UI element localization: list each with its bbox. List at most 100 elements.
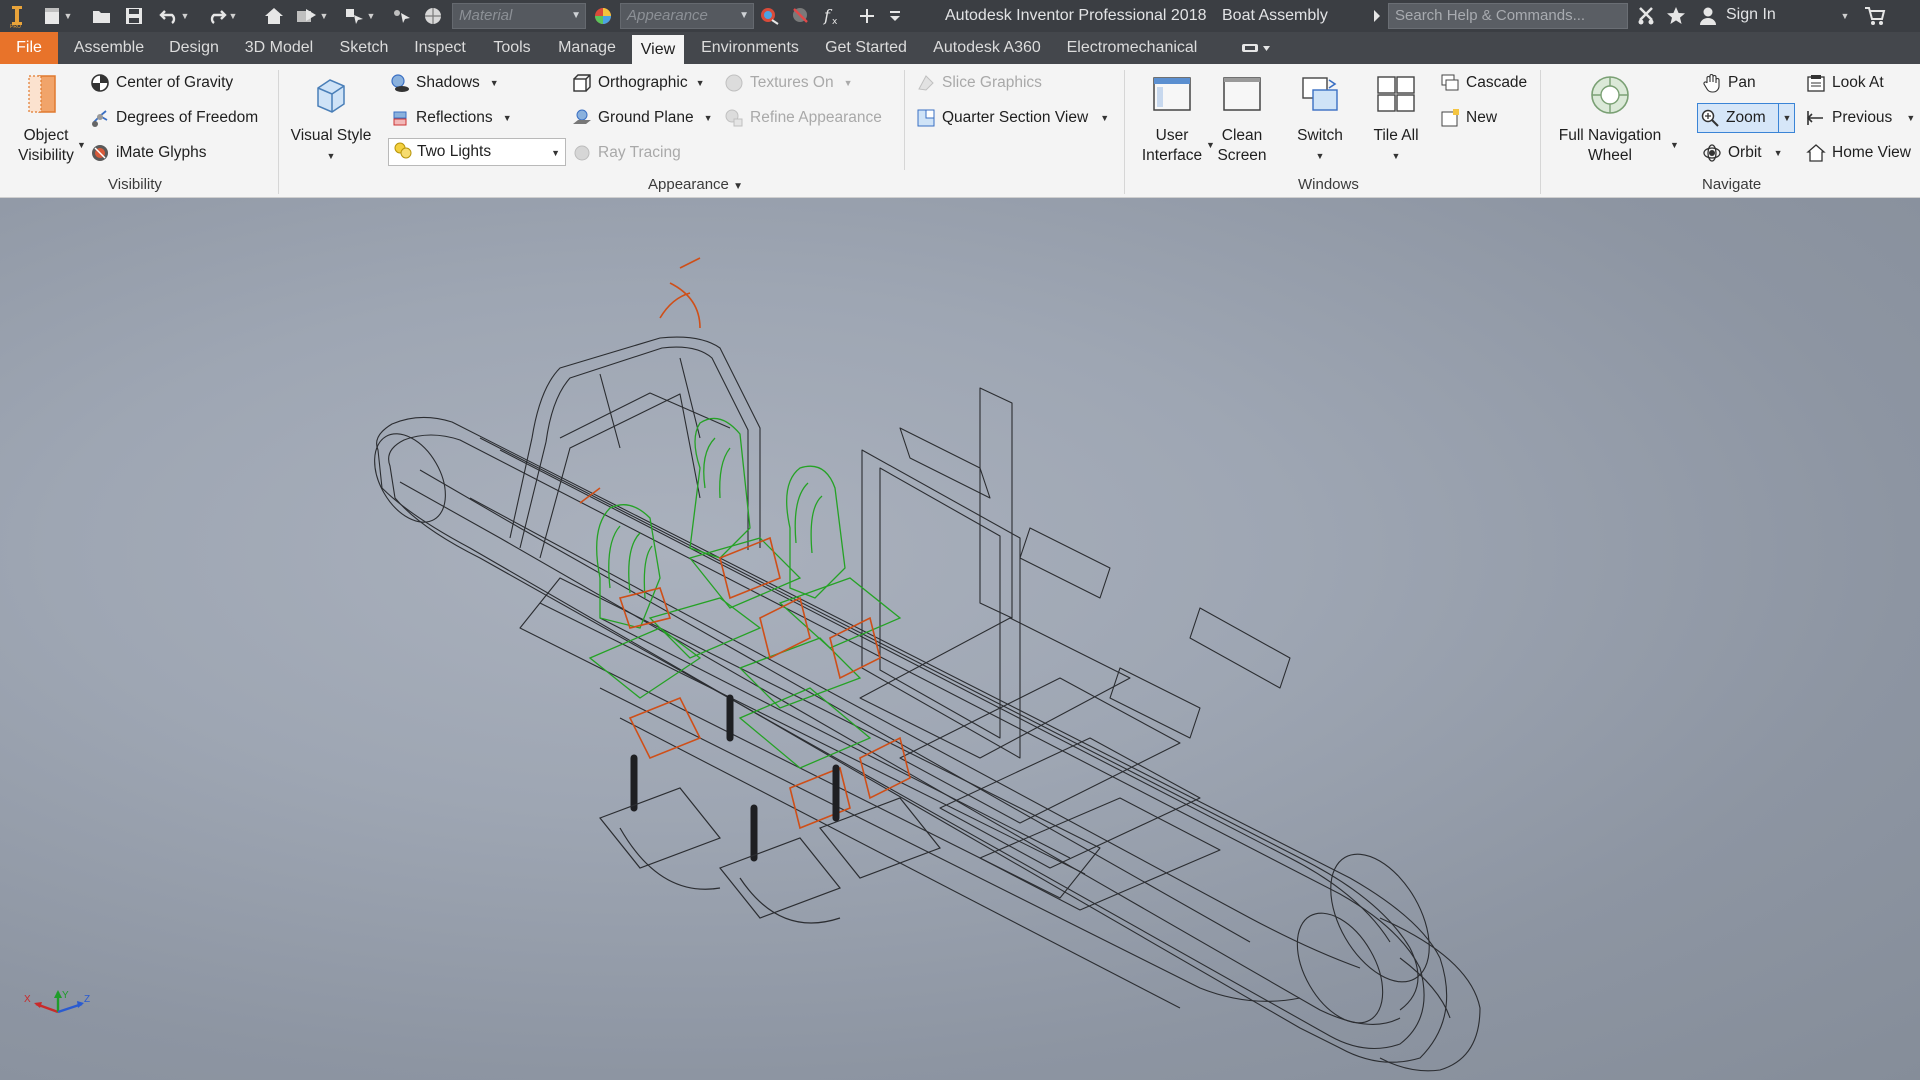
tile-all-dropdown-icon[interactable]: ▼	[1358, 146, 1434, 166]
new-window-button[interactable]: New	[1440, 108, 1497, 128]
binoculars-search-icon[interactable]	[1634, 4, 1658, 28]
graphics-viewport[interactable]: X Y Z	[0, 198, 1920, 1080]
user-icon[interactable]	[1698, 4, 1718, 28]
save-icon[interactable]	[122, 4, 146, 28]
select-other-icon[interactable]	[390, 4, 414, 28]
tab-3d-model[interactable]: 3D Model	[236, 32, 322, 64]
switch-window-icon	[1302, 77, 1338, 111]
inventor-logo-icon[interactable]: PRO	[6, 4, 28, 28]
cascade-button[interactable]: Cascade	[1440, 73, 1527, 93]
refine-appearance-button[interactable]: Refine Appearance	[724, 108, 882, 128]
pan-button[interactable]: Pan	[1702, 73, 1756, 93]
coordinate-triad-icon: X Y Z	[24, 990, 90, 1014]
add-plus-icon[interactable]	[854, 4, 880, 28]
boat-assembly-wireframe[interactable]	[0, 198, 1920, 1080]
switch-window-button[interactable]: Switch ▼	[1284, 74, 1356, 166]
open-icon[interactable]	[90, 4, 114, 28]
degrees-of-freedom-icon	[90, 108, 110, 128]
tab-electromechanical[interactable]: Electromechanical	[1058, 32, 1206, 64]
ray-tracing-button[interactable]: Ray Tracing	[572, 143, 681, 163]
refine-appearance-icon	[724, 108, 744, 128]
center-of-gravity-button[interactable]: Center of Gravity	[90, 73, 233, 93]
slice-graphics-button[interactable]: Slice Graphics	[916, 73, 1042, 93]
tab-view[interactable]: View	[632, 35, 684, 64]
ribbon-display-options-icon[interactable]	[1236, 32, 1276, 64]
switch-dropdown-icon[interactable]: ▼	[1284, 146, 1356, 166]
select-priority-icon[interactable]: ▼	[342, 4, 378, 28]
return-icon[interactable]: ▼	[294, 4, 330, 28]
look-at-button[interactable]: Look At	[1806, 73, 1884, 93]
undo-icon[interactable]: ▼	[156, 4, 192, 28]
textures-icon	[724, 73, 744, 93]
reflections-icon	[390, 108, 410, 128]
tab-inspect[interactable]: Inspect	[406, 32, 474, 64]
panel-divider	[278, 70, 279, 194]
tab-sketch[interactable]: Sketch	[330, 32, 398, 64]
orthographic-button[interactable]: Orthographic ▼	[572, 73, 705, 93]
panel-divider	[1124, 70, 1125, 194]
color-wheel-icon[interactable]	[590, 4, 616, 28]
visual-style-dropdown-icon[interactable]: ▼	[288, 146, 374, 166]
redo-icon[interactable]: ▼	[204, 4, 240, 28]
tab-environments[interactable]: Environments	[694, 32, 806, 64]
appearance-combo[interactable]: Appearance ▼	[620, 3, 754, 29]
svg-text:x: x	[832, 17, 838, 26]
imate-glyphs-button[interactable]: iMate Glyphs	[90, 143, 206, 163]
previous-view-button[interactable]: Previous ▼	[1806, 108, 1915, 128]
home-view-button[interactable]: Home View	[1806, 143, 1911, 163]
favorites-star-icon[interactable]	[1664, 4, 1688, 28]
triad-x-label: X	[24, 994, 31, 1005]
orbit-button[interactable]: Orbit ▼	[1702, 143, 1783, 163]
tab-design[interactable]: Design	[160, 32, 228, 64]
user-interface-label-2: Interface	[1141, 147, 1203, 164]
look-at-icon	[1806, 73, 1826, 93]
tile-all-label: Tile All	[1373, 127, 1419, 144]
tab-tools[interactable]: Tools	[482, 32, 542, 64]
tab-get-started[interactable]: Get Started	[816, 32, 916, 64]
tab-file[interactable]: File	[0, 32, 58, 64]
shadows-button[interactable]: Shadows ▼	[390, 73, 499, 93]
lighting-style-select[interactable]: Two Lights ▼	[388, 138, 566, 166]
ground-plane-button[interactable]: Ground Plane ▼	[572, 108, 713, 128]
zoom-button[interactable]: Zoom	[1700, 108, 1766, 128]
home-icon[interactable]	[262, 4, 286, 28]
quarter-section-view-button[interactable]: Quarter Section View ▼	[916, 108, 1109, 128]
material-combo[interactable]: Material ▼	[452, 3, 586, 29]
new-window-icon	[1440, 108, 1460, 128]
object-visibility-button[interactable]: Object Visibility	[8, 74, 84, 166]
title-arrow-icon[interactable]	[1370, 4, 1384, 28]
full-nav-label-2: Wheel	[1588, 147, 1632, 164]
clear-appearance-icon[interactable]	[788, 4, 814, 28]
clean-screen-button[interactable]: Clean Screen	[1206, 74, 1278, 166]
reflections-button[interactable]: Reflections ▼	[390, 108, 512, 128]
search-input[interactable]: Search Help & Commands...	[1388, 3, 1628, 29]
customize-toolbar-icon[interactable]	[884, 4, 906, 28]
quarter-section-icon	[916, 108, 936, 128]
tab-manage[interactable]: Manage	[550, 32, 624, 64]
panel-divider	[1540, 70, 1541, 194]
full-nav-dropdown-icon[interactable]: ▼	[1670, 140, 1679, 150]
textures-on-button[interactable]: Textures On ▼	[724, 73, 852, 93]
full-navigation-wheel-button[interactable]: Full Navigation Wheel	[1548, 74, 1672, 166]
tab-assemble[interactable]: Assemble	[66, 32, 152, 64]
visual-style-button[interactable]: Visual Style ▼	[288, 74, 374, 166]
tile-all-button[interactable]: Tile All ▼	[1358, 74, 1434, 166]
object-visibility-dropdown-icon[interactable]: ▼	[77, 140, 86, 150]
degrees-of-freedom-button[interactable]: Degrees of Freedom	[90, 108, 258, 128]
cart-icon[interactable]	[1862, 4, 1888, 28]
sign-in-link[interactable]: Sign In	[1726, 6, 1776, 24]
zoom-dropdown-icon[interactable]: ▼	[1778, 103, 1795, 133]
appearance-globe-icon[interactable]	[420, 4, 446, 28]
tile-all-icon	[1377, 76, 1415, 112]
zoom-icon	[1700, 108, 1720, 128]
adjust-appearance-icon[interactable]	[756, 4, 782, 28]
tab-autodesk-a360[interactable]: Autodesk A360	[926, 32, 1048, 64]
parameters-fx-icon[interactable]: fx	[820, 4, 846, 28]
signin-dropdown-icon[interactable]: ▼	[1836, 4, 1852, 28]
new-file-icon[interactable]: ▼	[40, 4, 74, 28]
clean-screen-label-2: Screen	[1217, 147, 1267, 164]
object-visibility-label-1: Object	[23, 127, 69, 144]
user-interface-button[interactable]: User Interface	[1134, 74, 1210, 166]
visual-style-label: Visual Style	[290, 127, 372, 144]
appearance-panel-label[interactable]: Appearance ▼	[648, 176, 743, 193]
